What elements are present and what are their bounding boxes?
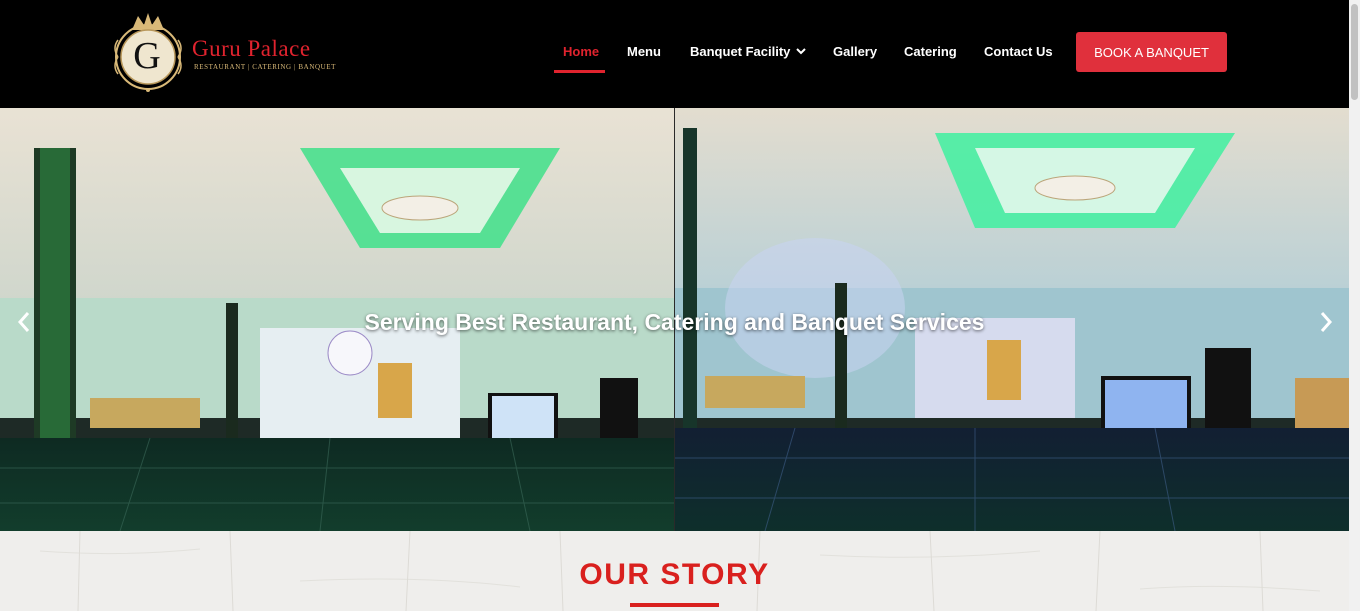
nav-active-indicator — [554, 70, 605, 73]
our-story-heading: OUR STORY — [579, 558, 770, 591]
nav-item-gallery[interactable]: Gallery — [833, 44, 877, 59]
chevron-down-icon — [796, 48, 807, 55]
nav-item-contact-us[interactable]: Contact Us — [984, 44, 1053, 59]
chevron-right-icon[interactable] — [1314, 308, 1338, 336]
heading-underline — [630, 603, 719, 607]
hero-caption: Serving Best Restaurant, Catering and Ba… — [364, 309, 985, 335]
nav-item-menu[interactable]: Menu — [627, 44, 661, 59]
brand-name: Guru Palace — [192, 36, 311, 61]
brand-logo[interactable]: G Guru Palace RESTAURANT | CATERING | BA… — [108, 8, 338, 94]
brand-tagline: RESTAURANT | CATERING | BANQUET — [194, 63, 337, 71]
book-banquet-button[interactable]: BOOK A BANQUET — [1076, 32, 1227, 72]
nav-item-banquet-facility[interactable]: Banquet Facility — [690, 44, 807, 59]
scrollbar-thumb[interactable] — [1351, 4, 1358, 100]
nav-item-home[interactable]: Home — [563, 44, 599, 59]
hero-slider: Serving Best Restaurant, Catering and Ba… — [0, 108, 1349, 531]
nav-item-catering[interactable]: Catering — [904, 44, 957, 59]
our-story-section: OUR STORY — [0, 531, 1349, 611]
chevron-left-icon[interactable] — [12, 308, 36, 336]
page-scrollbar[interactable] — [1349, 0, 1360, 611]
nav-item-banquet-facility-label: Banquet Facility — [690, 44, 791, 59]
brand-monogram: G — [133, 35, 161, 77]
site-header: G Guru Palace RESTAURANT | CATERING | BA… — [0, 0, 1349, 108]
